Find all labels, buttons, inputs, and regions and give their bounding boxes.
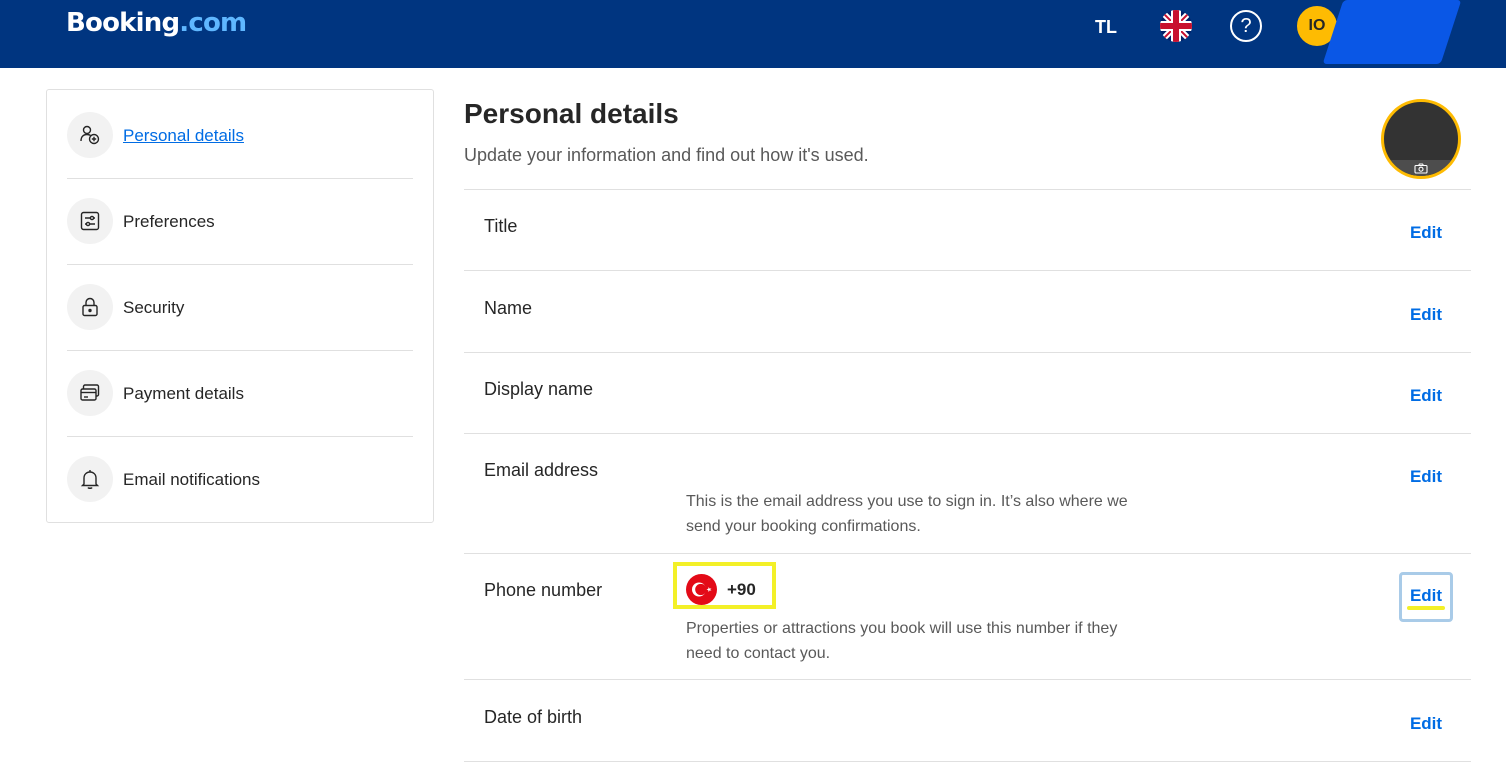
page-subtitle: Update your information and find out how… xyxy=(464,145,869,165)
sliders-icon xyxy=(67,198,113,244)
phone-number-note: Properties or attractions you book will … xyxy=(686,620,1118,662)
booking-logo[interactable]: Booking.com xyxy=(66,8,247,38)
edit-date-of-birth-button[interactable]: Edit xyxy=(1399,709,1453,739)
sidebar-item-payment-details[interactable]: Payment details xyxy=(67,350,413,436)
redacted-account-name xyxy=(1322,0,1462,64)
top-header: Booking.com TL ? IO xyxy=(0,0,1506,68)
divider xyxy=(464,553,1471,554)
divider xyxy=(464,679,1471,680)
sidebar-item-email-notifications[interactable]: Email notifications xyxy=(67,436,413,522)
sidebar-item-preferences[interactable]: Preferences xyxy=(67,178,413,264)
person-add-icon xyxy=(67,112,113,158)
turkey-flag-icon xyxy=(686,574,717,605)
email-address-note: This is the email address you use to sig… xyxy=(686,493,1128,535)
sidebar-item-label[interactable]: Preferences xyxy=(123,212,215,232)
help-icon[interactable]: ? xyxy=(1230,10,1262,42)
display-name-label: Display name xyxy=(484,379,594,399)
divider xyxy=(464,761,1471,762)
uk-flag-icon[interactable] xyxy=(1160,10,1192,42)
divider xyxy=(464,352,1471,353)
page-title: Personal details xyxy=(464,98,679,129)
title-label: Title xyxy=(484,216,518,236)
edit-highlight-underline xyxy=(1407,606,1445,610)
bell-icon xyxy=(67,456,113,502)
edit-display-name-button[interactable]: Edit xyxy=(1399,381,1453,411)
edit-email-button[interactable]: Edit xyxy=(1399,462,1453,492)
name-label: Name xyxy=(484,298,533,318)
email-address-label: Email address xyxy=(484,460,599,480)
sidebar-item-personal-details[interactable]: Personal details xyxy=(67,92,413,178)
divider xyxy=(464,189,1471,190)
account-sidebar: Personal details Preferences Security Pa… xyxy=(46,89,434,523)
date-of-birth-label: Date of birth xyxy=(484,707,583,727)
phone-country-code: +90 xyxy=(727,580,756,599)
lock-icon xyxy=(67,284,113,330)
edit-title-button[interactable]: Edit xyxy=(1399,218,1453,248)
edit-phone-button[interactable]: Edit xyxy=(1399,572,1453,622)
currency-selector[interactable]: TL xyxy=(1095,17,1117,38)
divider xyxy=(464,433,1471,434)
profile-photo[interactable] xyxy=(1381,99,1461,179)
phone-number-label: Phone number xyxy=(484,580,603,600)
divider xyxy=(464,270,1471,271)
sidebar-item-security[interactable]: Security xyxy=(67,264,413,350)
sidebar-item-label[interactable]: Payment details xyxy=(123,384,244,404)
sidebar-item-label[interactable]: Security xyxy=(123,298,184,318)
camera-icon[interactable] xyxy=(1384,160,1458,176)
card-icon xyxy=(67,370,113,416)
sidebar-item-label[interactable]: Email notifications xyxy=(123,470,260,490)
edit-name-button[interactable]: Edit xyxy=(1399,300,1453,330)
sidebar-item-label[interactable]: Personal details xyxy=(123,126,244,146)
